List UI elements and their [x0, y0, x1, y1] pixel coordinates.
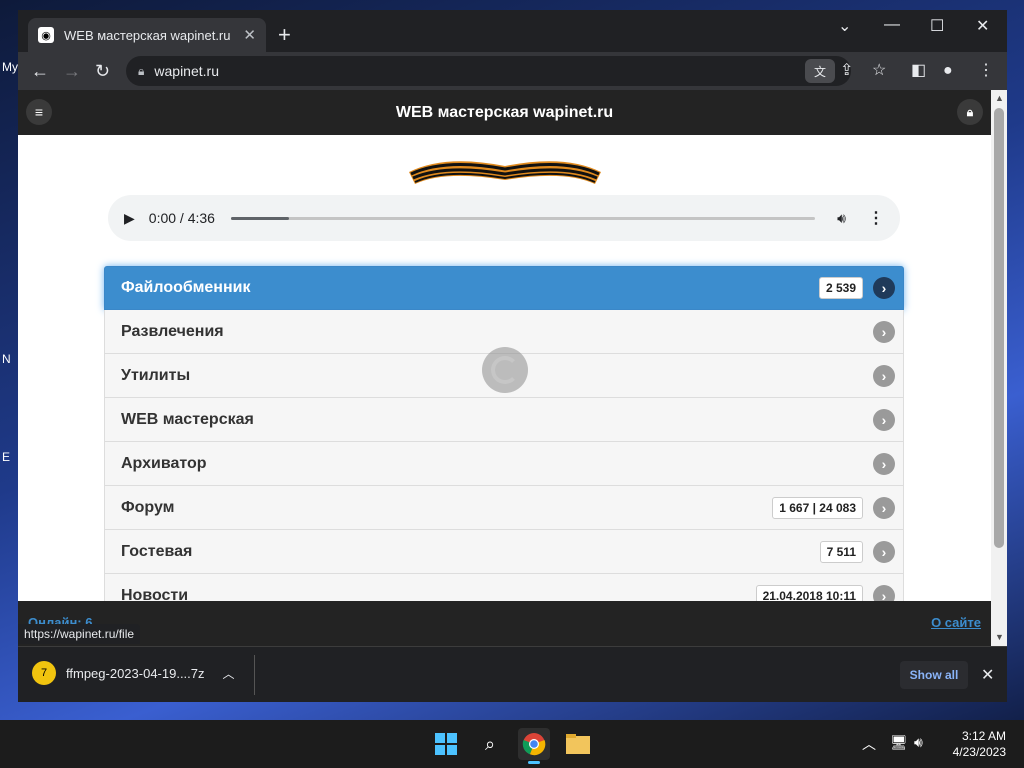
status-url: https://wapinet.ru/file	[18, 624, 141, 644]
profile-icon[interactable]: ●	[943, 62, 953, 80]
menu-item-label: Архиватор	[121, 454, 207, 472]
loading-spinner-icon	[482, 347, 528, 393]
close-tab-icon[interactable]: ✕	[243, 26, 256, 44]
play-icon[interactable]: ▶	[124, 210, 135, 227]
scroll-up-icon[interactable]: ▲	[995, 93, 1004, 103]
file-explorer-icon[interactable]	[562, 728, 594, 760]
audio-more-icon[interactable]: ⋮	[868, 208, 884, 228]
menu-item-label: Гостевая	[121, 542, 193, 560]
desktop-label[interactable]: My	[2, 60, 18, 74]
page-viewport: ≡ WEB мастерская wapinet.ru 🔒︎ ▶ 0:00 / …	[18, 90, 991, 601]
page-scrollbar[interactable]: ▲ ▼	[991, 90, 1007, 646]
search-icon[interactable]: ⌕	[474, 728, 506, 760]
desktop-label[interactable]: E	[2, 450, 10, 464]
browser-toolbar: ← → ↻ 🔒︎ wapinet.ru 文 ⇪ ☆ ◧ ● ⋮	[18, 52, 1007, 90]
browser-tab[interactable]: ◉ WEB мастерская wapinet.ru ✕	[28, 18, 266, 52]
about-link[interactable]: О сайте	[931, 615, 981, 630]
scroll-down-icon[interactable]: ▼	[995, 632, 1004, 642]
maximize-icon[interactable]: ☐	[930, 16, 944, 36]
tab-search-icon[interactable]: ⌄	[838, 16, 851, 36]
browser-menu-icon[interactable]: ⋮	[978, 62, 994, 80]
clock-time: 3:12 AM	[961, 729, 1006, 743]
tab-title: WEB мастерская wapinet.ru	[64, 27, 231, 43]
count-badge: 21.04.2018 10:11	[755, 584, 863, 601]
chevron-right-icon[interactable]: ›	[873, 408, 895, 431]
network-icon[interactable]: 🖥︎	[890, 734, 908, 751]
menu-item-label: Развлечения	[121, 322, 224, 340]
main-menu-list: Файлообменник 2 539 › Развлечения › Утилиты › W…	[104, 266, 904, 601]
menu-item[interactable]: Гостевая 7 511 ›	[104, 530, 904, 574]
close-window-icon[interactable]: ✕	[976, 16, 989, 36]
reload-icon[interactable]: ↻	[95, 61, 110, 81]
share-icon[interactable]: ⇪	[840, 62, 853, 80]
menu-item-label: Форум	[121, 498, 175, 516]
site-header: ≡ WEB мастерская wapinet.ru 🔒︎	[18, 90, 991, 135]
chevron-right-icon[interactable]: ›	[873, 496, 895, 519]
desktop-label[interactable]: N	[2, 352, 11, 366]
site-favicon-icon: ◉	[38, 27, 54, 43]
menu-item[interactable]: Новости 21.04.2018 10:11 ›	[104, 574, 904, 601]
scrollbar-thumb[interactable]	[994, 108, 1004, 548]
forward-icon[interactable]: →	[63, 61, 81, 81]
browser-window: ◉ WEB мастерская wapinet.ru ✕ + ⌄ — ☐ ✕ …	[18, 10, 1007, 702]
count-badge: 1 667 | 24 083	[772, 496, 863, 519]
system-clock[interactable]: 3:12 AM 4/23/2023	[953, 728, 1006, 760]
windows-start-icon[interactable]	[430, 728, 462, 760]
translate-icon[interactable]: 文	[805, 59, 835, 83]
address-text: wapinet.ru	[154, 63, 219, 79]
tab-strip: ◉ WEB мастерская wapinet.ru ✕ + ⌄ — ☐ ✕	[18, 10, 1007, 52]
archive-file-icon: 7	[32, 661, 56, 685]
menu-item[interactable]: WEB мастерская ›	[104, 398, 904, 442]
menu-item-label: Файлообменник	[121, 279, 251, 296]
new-tab-icon[interactable]: +	[278, 24, 291, 46]
hamburger-menu-icon[interactable]: ≡	[26, 99, 52, 125]
clock-date: 4/23/2023	[952, 745, 1006, 759]
download-filename: ffmpeg-2023-04-19....7z	[66, 665, 205, 681]
audio-time: 0:00 / 4:36	[148, 210, 215, 226]
st-george-ribbon-icon	[409, 161, 601, 184]
menu-item[interactable]: Файлообменник 2 539 ›	[104, 266, 904, 310]
menu-item[interactable]: Форум 1 667 | 24 083 ›	[104, 486, 904, 530]
minimize-icon[interactable]: —	[884, 16, 900, 34]
login-lock-icon[interactable]: 🔒︎	[957, 99, 983, 125]
chevron-right-icon[interactable]: ›	[873, 584, 895, 601]
chevron-right-icon[interactable]: ›	[873, 540, 895, 563]
volume-icon[interactable]: 🔊︎	[837, 210, 846, 227]
bookmark-star-icon[interactable]: ☆	[872, 62, 886, 80]
chevron-up-icon[interactable]: ︿	[223, 665, 235, 682]
close-download-bar-icon[interactable]: ✕	[981, 665, 994, 685]
menu-item-label: WEB мастерская	[121, 410, 254, 428]
audio-progress-slider[interactable]	[230, 216, 816, 220]
download-item[interactable]: 7 ffmpeg-2023-04-19....7z ︿	[32, 661, 235, 685]
count-badge: 2 539	[818, 277, 863, 299]
volume-icon[interactable]: 🔊︎	[914, 734, 923, 751]
download-bar: 7 ffmpeg-2023-04-19....7z ︿ Show all ✕	[18, 646, 1007, 702]
audio-player: ▶ 0:00 / 4:36 🔊︎ ⋮	[108, 195, 900, 241]
chevron-right-icon[interactable]: ›	[873, 452, 895, 475]
site-title: WEB мастерская wapinet.ru	[395, 103, 614, 121]
audio-progress-fill	[230, 216, 290, 220]
lock-icon[interactable]: 🔒︎	[138, 64, 144, 79]
back-icon[interactable]: ←	[31, 61, 49, 81]
chevron-right-icon[interactable]: ›	[873, 320, 895, 343]
address-bar[interactable]: 🔒︎ wapinet.ru 文	[126, 56, 851, 86]
taskbar: ⌕ ︿ 🖥︎ 🔊︎ 3:12 AM 4/23/2023	[0, 720, 1024, 768]
chevron-right-icon[interactable]: ›	[873, 364, 895, 387]
desktop-icons-edge: My N E	[0, 60, 18, 480]
chrome-icon[interactable]	[518, 728, 550, 764]
chevron-up-icon[interactable]: ︿	[862, 734, 876, 754]
count-badge: 7 511	[819, 540, 863, 563]
site-footer: Онлайн: 6 О сайте	[18, 601, 991, 646]
show-all-button[interactable]: Show all	[900, 661, 968, 689]
divider	[254, 655, 255, 695]
menu-item[interactable]: Архиватор ›	[104, 442, 904, 486]
menu-item-label: Новости	[121, 586, 189, 602]
side-panel-icon[interactable]: ◧	[911, 62, 926, 80]
chevron-right-icon[interactable]: ›	[873, 277, 895, 299]
